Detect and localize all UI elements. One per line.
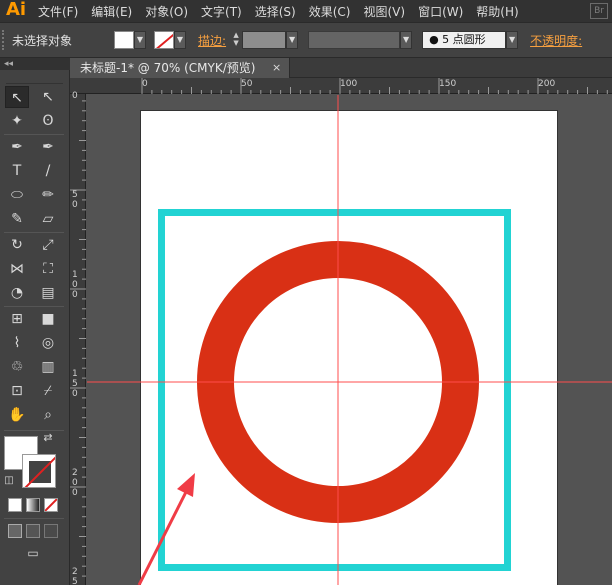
menu-bar: Ai 文件(F) 编辑(E) 对象(O) 文字(T) 选择(S) 效果(C) 视… — [0, 0, 612, 22]
swap-fill-stroke-icon[interactable]: ⇄ — [40, 430, 56, 446]
ruler-label: 100 — [340, 79, 358, 89]
menu-effect[interactable]: 效果(C) — [309, 3, 351, 20]
ruler-label: 0 — [72, 91, 78, 101]
document-tab-bar: 未标题-1* @ 70% (CMYK/预览) × — [70, 58, 612, 78]
lasso-tool-icon[interactable]: ʘ — [36, 110, 60, 132]
stroke-color-box[interactable] — [22, 454, 56, 488]
close-icon[interactable]: × — [272, 58, 281, 78]
ruler-label: 1 0 0 — [72, 270, 78, 300]
ruler-label: 150 — [439, 79, 457, 89]
fill-dropdown-chevron-icon[interactable]: ▼ — [134, 31, 146, 49]
ruler-label: 2 5 — [72, 567, 78, 585]
document-tab[interactable]: 未标题-1* @ 70% (CMYK/预览) × — [70, 58, 290, 78]
profile-dropdown-icon[interactable]: ▼ — [400, 31, 413, 49]
symbol-sprayer-tool-icon[interactable]: ♲ — [5, 356, 29, 378]
selection-status: 未选择对象 — [12, 33, 73, 48]
ellipse-tool-icon[interactable]: ⬭ — [5, 184, 29, 206]
screen-mode-icon[interactable]: ▭ — [20, 544, 46, 562]
eyedropper-tool-icon[interactable]: ⌇ — [5, 332, 29, 354]
stroke-weight-dropdown-icon[interactable]: ▼ — [286, 31, 299, 49]
brush-definition-select[interactable]: ● 5 点圆形 — [422, 31, 507, 49]
canvas-area[interactable] — [87, 95, 612, 585]
divider — [4, 306, 64, 307]
color-mode-icon[interactable] — [8, 498, 22, 512]
magic-wand-tool-icon[interactable]: ✦ — [5, 110, 29, 132]
shape-builder-tool-icon[interactable]: ◔ — [5, 282, 29, 304]
illustrator-window: Ai 文件(F) 编辑(E) 对象(O) 文字(T) 选择(S) 效果(C) 视… — [0, 0, 612, 585]
ruler-label: 50 — [241, 79, 253, 89]
rotate-tool-icon[interactable]: ↻ — [5, 234, 29, 256]
menu-file[interactable]: 文件(F) — [38, 3, 78, 20]
artboard-tool-icon[interactable]: ⊡ — [5, 380, 29, 402]
curvature-tool-icon[interactable]: ✒ — [36, 136, 60, 158]
ai-logo-icon: Ai — [6, 0, 27, 20]
menu-view[interactable]: 视图(V) — [363, 3, 405, 20]
eraser-tool-icon[interactable]: ▱ — [36, 208, 60, 230]
document-tab-title: 未标题-1* @ 70% (CMYK/预览) — [80, 61, 256, 75]
mesh-tool-icon[interactable]: ⊞ — [5, 308, 29, 330]
vertical-ruler[interactable]: 0 5 0 1 0 0 1 5 0 2 0 0 2 5 — [70, 91, 86, 585]
hand-tool-icon[interactable]: ✋ — [5, 404, 29, 426]
gradient-tool-icon[interactable]: ■ — [36, 308, 60, 330]
none-mode-icon[interactable] — [44, 498, 58, 512]
ruler-ticks — [70, 100, 86, 577]
menu-object[interactable]: 对象(O) — [145, 3, 188, 20]
pen-tool-icon[interactable]: ✒ — [5, 136, 29, 158]
tools-panel-handle[interactable] — [6, 70, 63, 84]
direct-selection-tool-icon[interactable]: ↖ — [36, 86, 60, 108]
opacity-label[interactable]: 不透明度: — [530, 32, 582, 49]
blend-tool-icon[interactable]: ◎ — [36, 332, 60, 354]
draw-inside-icon[interactable] — [44, 524, 58, 538]
artwork-layer — [87, 95, 612, 585]
stroke-label[interactable]: 描边: — [198, 32, 226, 49]
draw-normal-icon[interactable] — [8, 524, 22, 538]
menu-window[interactable]: 窗口(W) — [418, 3, 463, 20]
horizontal-ruler[interactable]: 0 50 100 150 200 — [70, 78, 612, 94]
divider — [4, 518, 64, 519]
divider — [4, 134, 64, 135]
divider — [4, 232, 64, 233]
menu-select[interactable]: 选择(S) — [255, 3, 296, 20]
bridge-icon[interactable]: Br — [590, 3, 608, 19]
brush-dropdown-icon[interactable]: ▼ — [506, 31, 519, 49]
stroke-color-swatch[interactable] — [154, 31, 174, 49]
fill-color-swatch[interactable] — [114, 31, 134, 49]
paintbrush-tool-icon[interactable]: ✏ — [36, 184, 60, 206]
ruler-label: 200 — [538, 79, 556, 89]
gradient-mode-icon[interactable] — [26, 498, 40, 512]
shaper-tool-icon[interactable]: ✎ — [5, 208, 29, 230]
selection-tool-icon[interactable]: ↖ — [5, 86, 29, 108]
draw-behind-icon[interactable] — [26, 524, 40, 538]
ruler-label: 0 — [142, 79, 148, 89]
variable-width-profile-select[interactable] — [308, 31, 401, 49]
default-fill-stroke-icon[interactable]: ◫ — [2, 474, 16, 488]
tools-panel: ↖ ↖ ✦ ʘ ✒ ✒ T / ⬭ ✏ ✎ ▱ ↻ ⤢ ⋈ ⛶ ◔ ▤ ⊞ ■ … — [0, 70, 70, 585]
ruler-label: 5 0 — [72, 190, 78, 210]
column-graph-tool-icon[interactable]: ▥ — [36, 356, 60, 378]
control-bar-grip[interactable] — [2, 30, 8, 50]
menu-help[interactable]: 帮助(H) — [476, 3, 518, 20]
menu-edit[interactable]: 编辑(E) — [91, 3, 132, 20]
width-tool-icon[interactable]: ⋈ — [5, 258, 29, 280]
tools-panel-collapse[interactable]: ◂◂ — [0, 58, 70, 70]
ruler-label: 2 0 0 — [72, 468, 78, 498]
free-transform-tool-icon[interactable]: ⛶ — [36, 258, 60, 280]
line-tool-icon[interactable]: / — [36, 160, 60, 182]
scale-tool-icon[interactable]: ⤢ — [36, 234, 60, 256]
zoom-tool-icon[interactable]: ⌕ — [36, 404, 60, 426]
type-tool-icon[interactable]: T — [5, 160, 29, 182]
stroke-weight-input[interactable] — [242, 31, 287, 49]
control-bar: 未选择对象 ▼ ▼ 描边: ▲ ▼ ▼ ▼ ● 5 点圆形 ▼ 不透明度: — [0, 22, 612, 58]
stroke-weight-spinner-icon[interactable]: ▲ ▼ — [230, 31, 242, 49]
menu-type[interactable]: 文字(T) — [201, 3, 242, 20]
ruler-label: 1 5 0 — [72, 369, 78, 399]
stroke-dropdown-chevron-icon[interactable]: ▼ — [174, 31, 186, 49]
graph-tool-icon[interactable]: ▤ — [36, 282, 60, 304]
slice-tool-icon[interactable]: ⌿ — [36, 380, 60, 402]
